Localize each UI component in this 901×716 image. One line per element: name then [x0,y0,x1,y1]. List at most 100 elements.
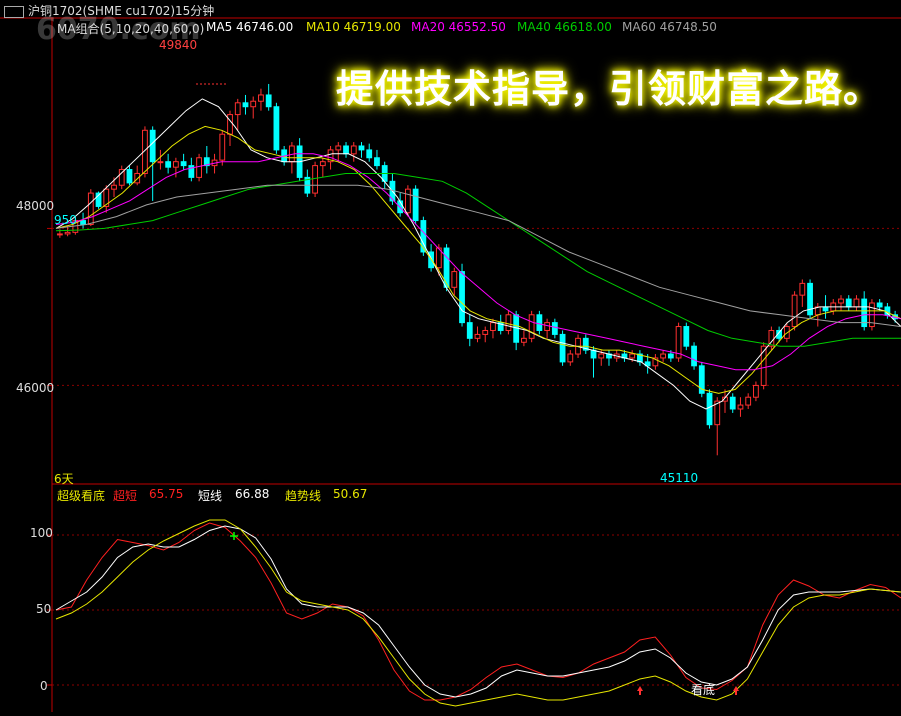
buy-arrow-icon [733,686,739,695]
ma-header-3: MA20 46552.50 [411,20,506,34]
candle [729,396,736,410]
indicator-name: 超级看底 [57,489,106,503]
candle [451,271,458,288]
candle [466,322,473,339]
indicator-line-0 [55,522,901,701]
candle [118,169,125,186]
candle [876,302,883,308]
candle [474,333,481,339]
candle [551,322,558,335]
candle [683,326,690,347]
ma-header-1: MA5 46746.00 [206,20,294,34]
indicator-short-label: 短线 [198,489,223,503]
indicator-trend-label: 趋势线 [285,489,322,503]
candle [111,184,117,190]
window-icon [4,5,24,18]
candle [258,94,264,102]
candle [273,106,280,151]
candle [737,404,744,410]
y-tick-50: 50 [36,602,52,616]
days-label: 6天 [54,472,74,486]
candle [629,353,636,359]
candle [335,145,342,151]
candle [838,298,844,304]
bottom-signal-label: 看底 [691,683,716,697]
candle [544,322,551,331]
candle [157,161,164,164]
candle [845,298,852,308]
candle [404,188,411,214]
candle [559,333,566,363]
candle [172,161,179,168]
candle [219,133,226,161]
candle [753,384,759,398]
candle [567,353,574,363]
y-tick-48000: 48000 [16,199,55,213]
candle [343,145,349,155]
candle [528,314,535,339]
y-tick-100: 100 [30,526,53,540]
chart-title-text: 沪铜1702(SHME cu1702)15分钟 [28,4,215,18]
candle [56,233,63,236]
candle [227,114,233,135]
buy-arrow-icon [637,686,643,695]
candle [412,188,419,222]
candle [180,161,187,167]
candle [366,149,373,159]
ma-header-2: MA10 46719.00 [306,20,401,34]
ma-line-ma40 [55,173,901,347]
candle [536,314,543,331]
ma-line-ma5 [55,98,901,410]
candle [482,329,489,335]
y-tick-46000: 46000 [16,381,55,395]
chart-title: 沪铜1702(SHME cu1702)15分钟 [4,2,214,19]
indicator-chart [55,519,901,707]
candle [791,294,798,328]
indicator-short-value: 66.88 [235,487,270,501]
candle [80,220,86,225]
candle [265,94,272,108]
ma-header-5: MA60 46748.50 [622,20,717,34]
ma-header-0: MA组合(5,10,20,40,60,0) [57,22,205,36]
ma-line-ma60 [55,184,901,328]
candle [319,161,326,167]
candle [242,102,249,108]
candle [64,231,71,235]
ma-line-ma10 [55,125,901,394]
indicator-line-2 [55,519,901,707]
candle [126,169,133,184]
indicator-fast-label: 超短 [113,489,138,503]
candle [250,100,257,108]
candle [374,157,380,167]
candle [521,337,527,343]
slogan: 提供技术指导，引领财富之路。 [336,66,883,111]
candle [660,353,667,359]
candle [134,172,141,184]
candle [667,353,674,359]
left-price-annotation: 950 [54,213,77,227]
ma-header-4: MA40 46618.00 [517,20,612,34]
candle [165,161,172,168]
candle [312,165,318,194]
candle [745,396,752,406]
candle [196,157,202,178]
candle [598,353,605,359]
candle [799,282,806,296]
candle [490,322,496,331]
candle [691,345,697,367]
candle [149,129,156,163]
candle [234,102,241,116]
candle [760,345,767,386]
candle [87,192,94,225]
candle [350,145,357,155]
price-chart [55,83,901,456]
candle [459,271,465,324]
low-annotation: 45110 [660,471,699,485]
candle [853,298,860,308]
high-annotation: 49840 [159,38,198,52]
candle [706,392,713,426]
candle [822,306,829,312]
indicator-trend-value: 50.67 [333,487,368,501]
candle [358,145,365,151]
indicator-line-1 [55,525,901,698]
